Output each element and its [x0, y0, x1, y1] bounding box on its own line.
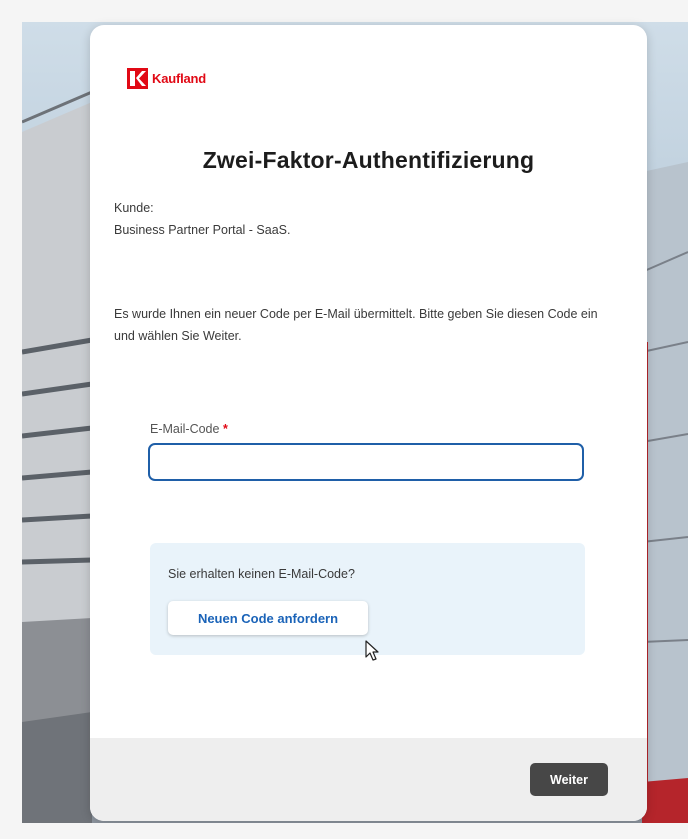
window-frame-left [0, 0, 22, 839]
next-button[interactable]: Weiter [530, 763, 608, 796]
email-code-input[interactable] [148, 443, 584, 481]
brand-logo: Kaufland [127, 67, 206, 89]
resend-code-panel: Sie erhalten keinen E-Mail-Code? Neuen C… [150, 543, 585, 655]
page-title: Zwei-Faktor-Authentifizierung [202, 147, 535, 173]
dialog-footer: Weiter [90, 738, 647, 821]
instruction-text: Es wurde Ihnen ein neuer Code per E-Mail… [114, 307, 598, 343]
customer-label: Kunde: [114, 201, 154, 215]
customer-value: Business Partner Portal - SaaS. [114, 223, 291, 237]
customer-info: Kunde: Business Partner Portal - SaaS. [114, 197, 290, 241]
email-code-label-text: E-Mail-Code [150, 422, 220, 436]
required-marker: * [222, 422, 228, 436]
window-frame-bottom [0, 823, 688, 839]
two-factor-dialog: Kaufland Zwei-Faktor-Authentifizierung K… [90, 25, 647, 821]
mouse-pointer-icon [365, 640, 379, 667]
window-frame-top [0, 0, 688, 22]
kaufland-logo-icon [127, 67, 148, 89]
email-code-label: E-Mail-Code * [150, 422, 228, 436]
resend-question: Sie erhalten keinen E-Mail-Code? [168, 567, 355, 581]
brand-name: Kaufland [152, 70, 207, 86]
request-new-code-button[interactable]: Neuen Code anfordern [168, 601, 368, 635]
